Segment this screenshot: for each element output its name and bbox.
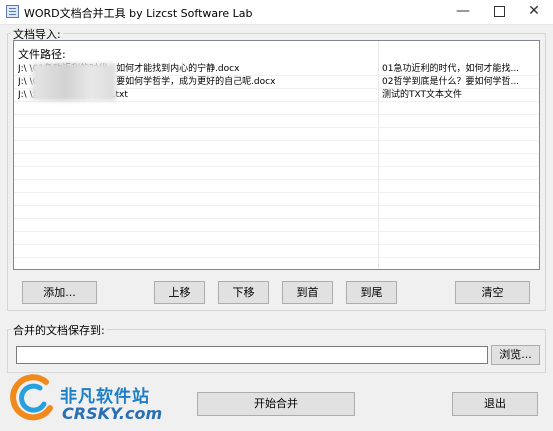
list-item-name: 01急功近利的时代，如何才能找... (382, 64, 520, 74)
empty-row (14, 180, 539, 193)
empty-row (14, 154, 539, 167)
empty-row (14, 245, 539, 258)
empty-row (14, 102, 539, 115)
title-bar: WORD文档合并工具 by Lizcst Software Lab — ✕ (0, 0, 553, 25)
empty-row (14, 232, 539, 245)
close-button[interactable]: ✕ (517, 0, 551, 24)
exit-button[interactable]: 退出 (452, 392, 538, 416)
file-path-header: 文件路径: (18, 48, 66, 61)
file-list[interactable]: 文件路径: J:\ \01急功近利的时代，如何才能找到内心的宁静.docx 01… (13, 40, 540, 270)
watermark-english-text: CRSKY.com (62, 404, 163, 423)
clear-button[interactable]: 清空 (455, 281, 530, 304)
to-top-button[interactable]: 到首 (282, 281, 333, 304)
empty-row (14, 141, 539, 154)
maximize-icon (493, 5, 505, 17)
minimize-button[interactable]: — (446, 0, 480, 24)
window-title: WORD文档合并工具 by Lizcst Software Lab (24, 7, 253, 20)
save-path-input[interactable] (16, 346, 488, 364)
crsky-logo-icon (10, 374, 53, 421)
start-merge-button[interactable]: 开始合并 (197, 392, 355, 416)
empty-row (14, 219, 539, 232)
save-group-label: 合并的文档保存到: (11, 322, 107, 338)
to-bottom-button[interactable]: 到尾 (346, 281, 397, 304)
empty-row (14, 206, 539, 219)
list-item-name: 02哲学到底是什么？要如何学哲... (382, 77, 520, 87)
move-up-button[interactable]: 上移 (154, 281, 205, 304)
redacted-path-blur (32, 63, 116, 101)
empty-row (14, 115, 539, 128)
move-down-button[interactable]: 下移 (218, 281, 269, 304)
empty-row (14, 193, 539, 206)
empty-row (14, 128, 539, 141)
empty-row (14, 167, 539, 180)
list-item-name: 测试的TXT文本文件 (382, 90, 463, 100)
site-watermark: 非凡软件站 CRSKY.com (6, 372, 166, 428)
add-button[interactable]: 添加... (22, 281, 97, 304)
maximize-button[interactable] (482, 0, 516, 24)
app-icon (6, 5, 19, 18)
browse-button[interactable]: 浏览... (491, 345, 540, 365)
